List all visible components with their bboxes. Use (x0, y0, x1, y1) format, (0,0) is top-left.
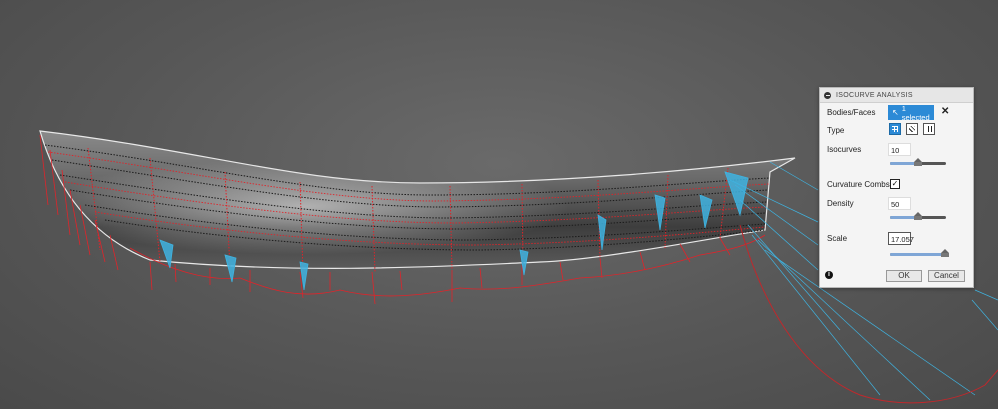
type-u-button[interactable] (906, 123, 918, 135)
cancel-button[interactable]: Cancel (928, 270, 965, 282)
scale-slider[interactable] (890, 249, 949, 257)
vertical-lines-icon (926, 126, 932, 132)
dialog-titlebar[interactable]: ISOCURVE ANALYSIS (820, 88, 973, 103)
density-slider[interactable] (890, 212, 946, 220)
curvature-combs-label: Curvature Combs (827, 180, 890, 189)
type-label: Type (827, 126, 845, 135)
isocurves-label: Isocurves (827, 145, 862, 154)
scale-slider-fill (890, 253, 944, 256)
close-icon[interactable]: ✕ (941, 106, 949, 117)
grid-both-icon (892, 126, 898, 132)
scale-label: Scale (827, 234, 848, 243)
density-slider-thumb[interactable] (914, 212, 922, 220)
type-both-button[interactable] (889, 123, 901, 135)
scale-slider-thumb[interactable] (941, 249, 949, 257)
isocurves-slider[interactable] (890, 158, 946, 166)
density-label: Density (827, 199, 854, 208)
cursor-arrow-icon: ↖ (892, 108, 899, 117)
bodies-faces-label: Bodies/Faces (827, 108, 876, 117)
bodies-faces-selection-button[interactable]: ↖ 1 selected (888, 103, 934, 122)
ok-button[interactable]: OK (886, 270, 922, 282)
diagonal-lines-icon (909, 126, 915, 132)
scale-input[interactable]: 17.057 (888, 232, 914, 245)
dialog-title: ISOCURVE ANALYSIS (836, 91, 913, 99)
density-input[interactable]: 50 (888, 197, 911, 210)
isocurves-input[interactable]: 10 (888, 143, 911, 156)
isocurves-slider-thumb[interactable] (914, 158, 922, 166)
info-icon[interactable]: i (825, 271, 833, 279)
curvature-combs-checkbox[interactable]: ✓ (890, 179, 900, 189)
isocurve-analysis-dialog: ISOCURVE ANALYSIS Bodies/Faces ↖ 1 selec… (819, 87, 974, 288)
type-v-button[interactable] (923, 123, 935, 135)
selection-count: 1 selected (901, 103, 930, 122)
minus-circle-icon[interactable] (824, 91, 831, 99)
